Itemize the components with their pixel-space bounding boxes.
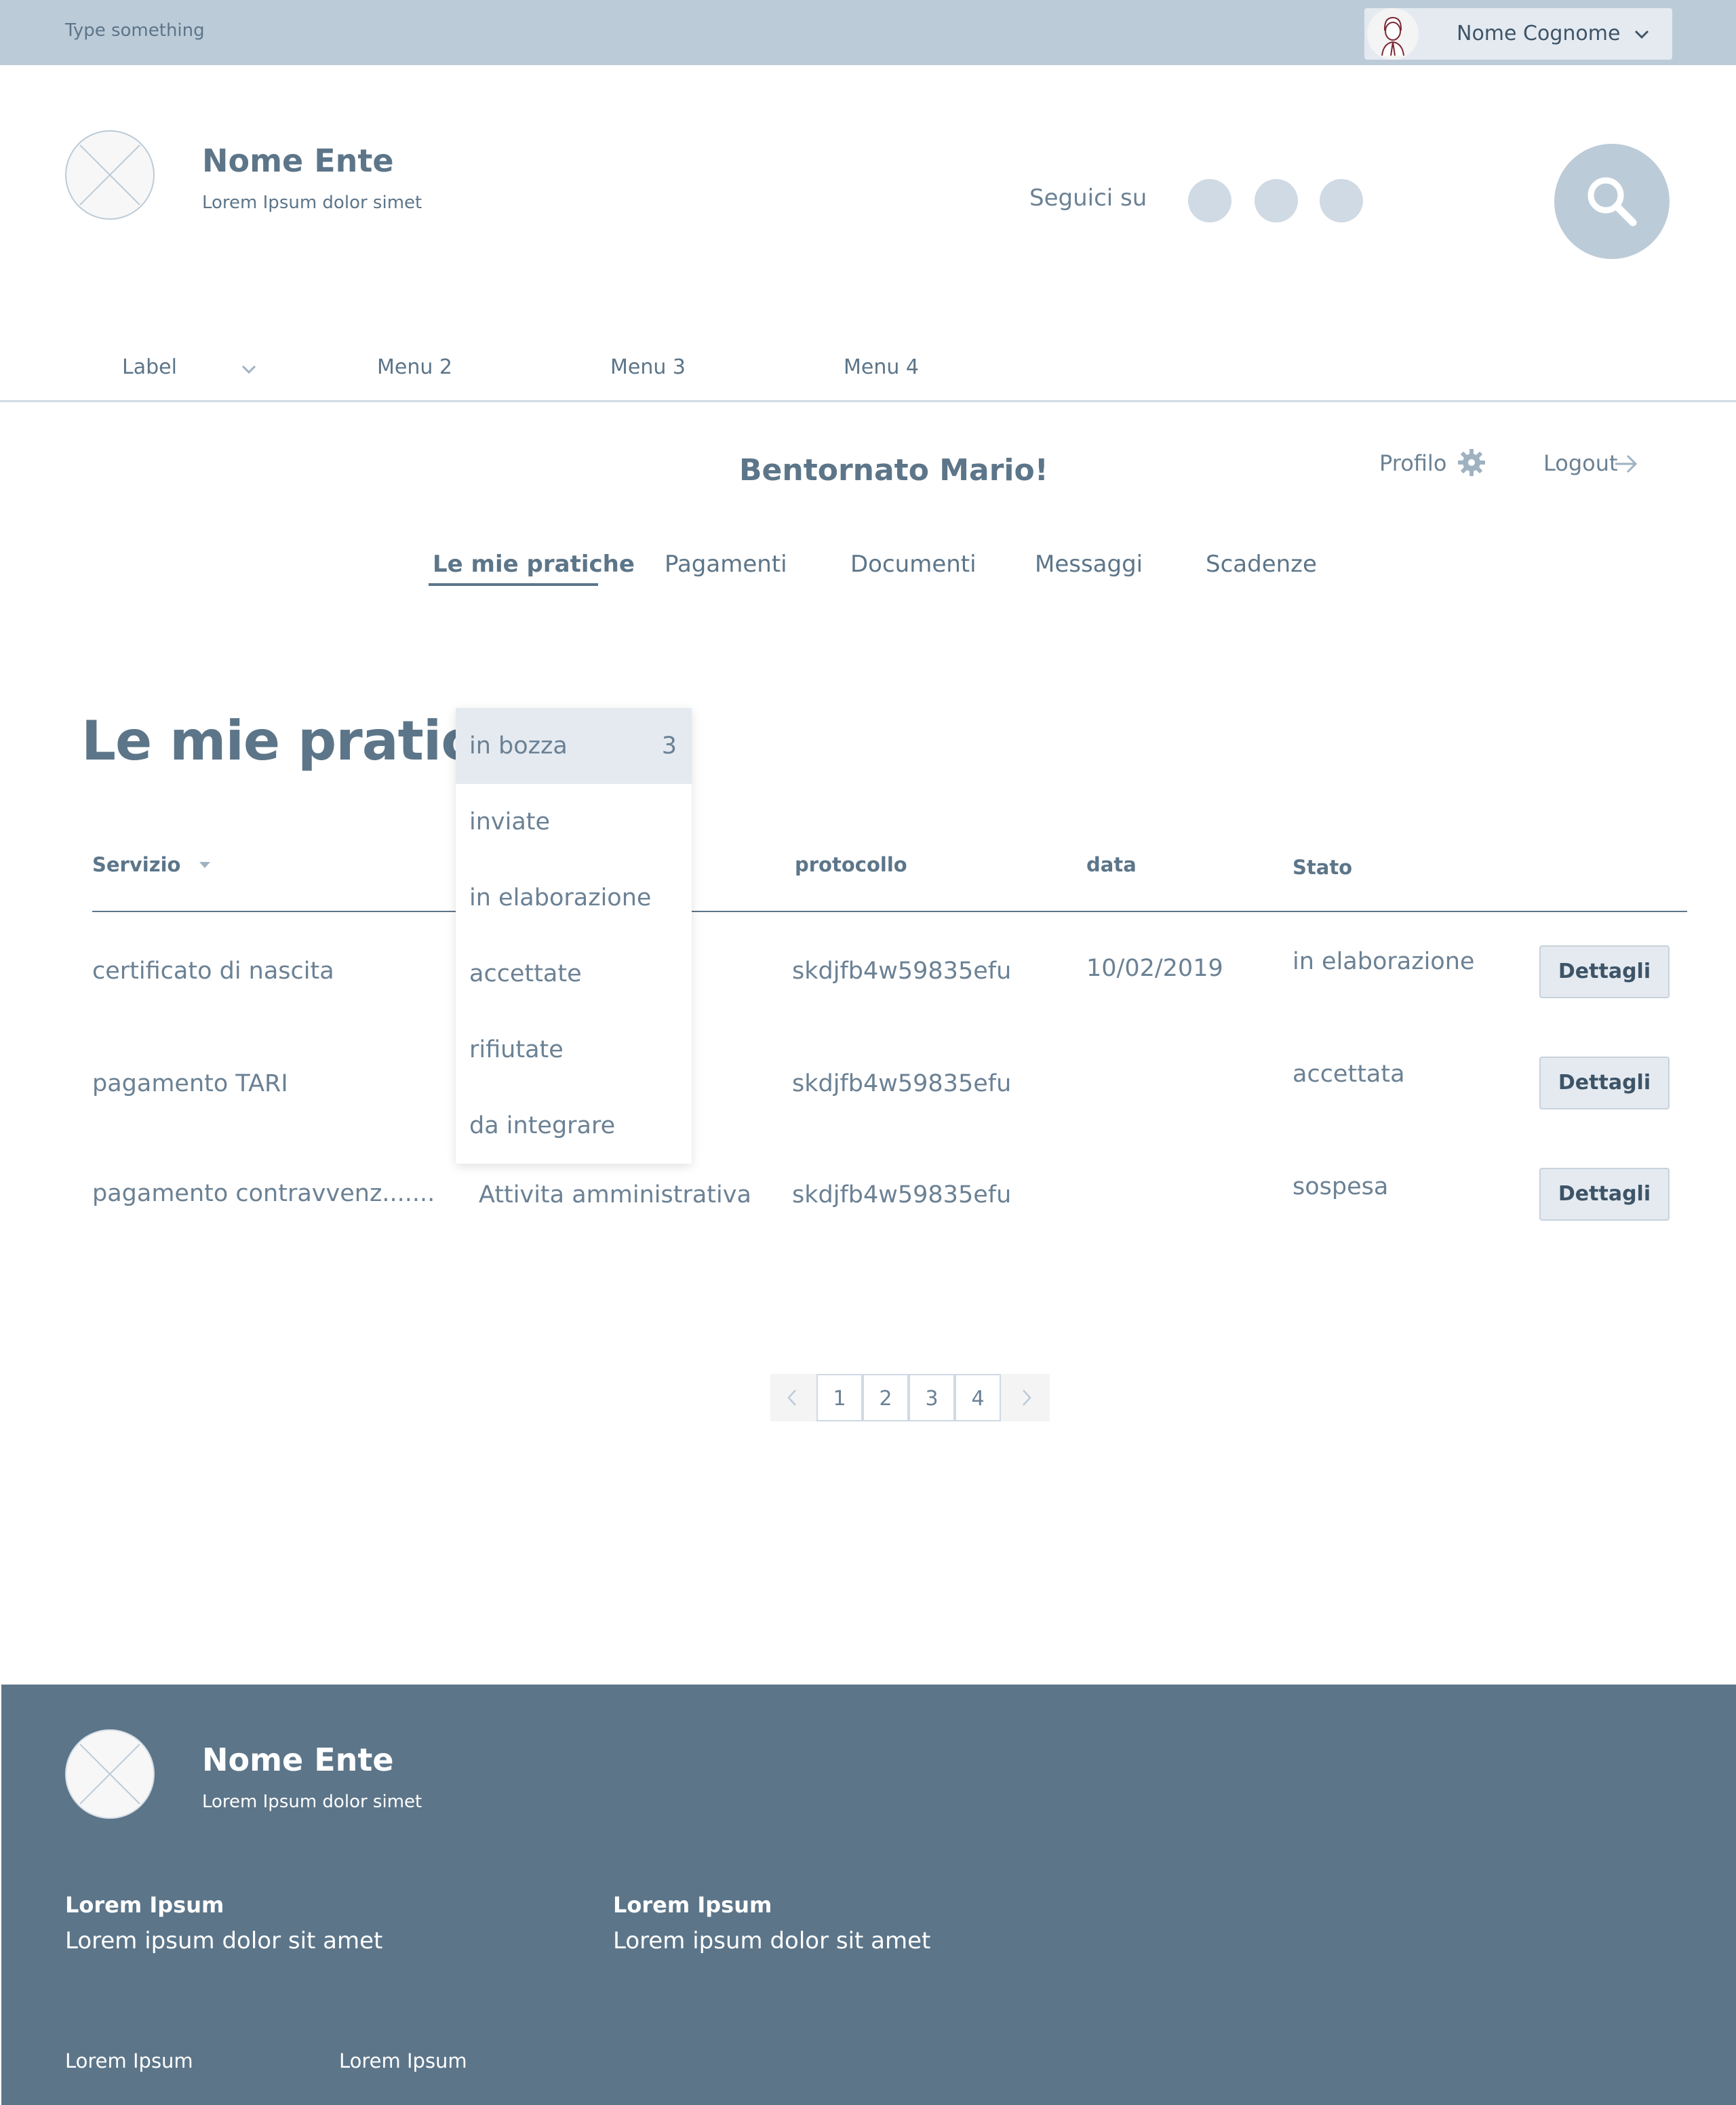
cell-stato: sospesa	[1293, 1173, 1389, 1200]
logout-link[interactable]: Logout	[1543, 450, 1618, 476]
menu-item-4[interactable]: Menu 4	[844, 355, 919, 379]
dropdown-option-label: accettate	[469, 960, 582, 987]
dropdown-option-accettate[interactable]: accettate	[456, 936, 692, 1012]
ente-subtitle: Lorem Ipsum dolor simet	[202, 193, 422, 213]
cell-stato: in elaborazione	[1293, 948, 1475, 975]
logo-placeholder-icon	[65, 130, 155, 220]
cell-data: 10/02/2019	[1086, 955, 1223, 982]
column-header-protocollo: protocollo	[795, 853, 907, 876]
ente-name: Nome Ente	[202, 142, 394, 179]
active-tab-indicator	[429, 583, 598, 586]
social-icon[interactable]	[1188, 179, 1231, 222]
cell-protocollo: skdjfb4w59835efu	[792, 958, 1012, 985]
profile-link[interactable]: Profilo	[1379, 450, 1446, 476]
tab-documenti[interactable]: Documenti	[850, 551, 976, 578]
dropdown-option-label: in elaborazione	[469, 884, 652, 911]
footer-link[interactable]: Lorem Ipsum	[65, 2049, 193, 2072]
footer-column-text: Lorem ipsum dolor sit amet	[613, 1927, 931, 1954]
status-filter-dropdown[interactable]: in bozza 3 inviate in elaborazione accet…	[456, 708, 692, 1164]
dropdown-option-inviate[interactable]: inviate	[456, 784, 692, 860]
page-2-button[interactable]: 2	[863, 1374, 909, 1421]
search-icon	[1587, 177, 1637, 227]
follow-label: Seguici su	[1029, 184, 1147, 212]
gear-icon[interactable]	[1457, 448, 1486, 477]
chevron-down-icon	[239, 359, 259, 380]
tab-messaggi[interactable]: Messaggi	[1035, 551, 1143, 578]
cell-stato: accettata	[1293, 1061, 1405, 1088]
dropdown-option-in-elaborazione[interactable]: in elaborazione	[456, 860, 692, 936]
welcome-title: Bentornato Mario!	[739, 453, 1048, 488]
page-1-button[interactable]: 1	[816, 1374, 863, 1421]
page-4-button[interactable]: 4	[955, 1374, 1001, 1421]
cell-protocollo: skdjfb4w59835efu	[792, 1181, 1012, 1208]
menu-item-2[interactable]: Menu 2	[377, 355, 452, 379]
dropdown-option-label: in bozza	[469, 732, 568, 760]
sort-caret-icon[interactable]	[198, 860, 212, 869]
footer-link[interactable]: Lorem Ipsum	[339, 2049, 467, 2072]
chevron-down-icon	[1632, 24, 1652, 45]
cell-servizio: pagamento TARI	[92, 1070, 288, 1097]
details-button[interactable]: Dettagli	[1539, 945, 1670, 998]
page-3-button[interactable]: 3	[909, 1374, 955, 1421]
top-search-input[interactable]: Type something	[65, 20, 205, 41]
cell-categoria: Attivita amministrativa	[479, 1181, 751, 1208]
column-header-data: data	[1086, 853, 1137, 876]
dropdown-option-count: 3	[661, 732, 677, 760]
column-header-stato: Stato	[1293, 856, 1353, 879]
menu-item-3[interactable]: Menu 3	[610, 355, 686, 379]
menu-divider	[0, 400, 1736, 402]
arrow-right-icon	[1613, 450, 1640, 477]
social-icon[interactable]	[1255, 179, 1298, 222]
column-header-servizio[interactable]: Servizio	[92, 853, 180, 876]
footer-column-title: Lorem Ipsum	[65, 1892, 224, 1918]
dropdown-option-rifiutate[interactable]: rifiutate	[456, 1012, 692, 1088]
user-name: Nome Cognome	[1457, 22, 1621, 45]
cell-protocollo: skdjfb4w59835efu	[792, 1070, 1012, 1097]
search-button[interactable]	[1554, 144, 1670, 259]
tab-pagamenti[interactable]: Pagamenti	[665, 551, 787, 578]
tab-le-mie-pratiche[interactable]: Le mie pratiche	[433, 551, 635, 578]
cell-servizio: certificato di nascita	[92, 958, 334, 985]
details-button[interactable]: Dettagli	[1539, 1168, 1670, 1221]
social-icon[interactable]	[1320, 179, 1363, 222]
dropdown-option-da-integrare[interactable]: da integrare	[456, 1088, 692, 1164]
cell-servizio: pagamento contravvenz.......	[92, 1180, 435, 1207]
footer-ente-subtitle: Lorem Ipsum dolor simet	[202, 1792, 422, 1812]
dropdown-option-label: inviate	[469, 808, 551, 835]
logo-placeholder-icon	[65, 1729, 155, 1819]
dropdown-option-in-bozza[interactable]: in bozza 3	[456, 708, 692, 784]
user-avatar-icon	[1367, 8, 1419, 60]
dropdown-option-label: rifiutate	[469, 1036, 564, 1063]
chevron-left-icon[interactable]	[783, 1388, 803, 1408]
footer-column-title: Lorem Ipsum	[613, 1892, 772, 1918]
chevron-right-icon[interactable]	[1016, 1388, 1036, 1408]
footer-ente-name: Nome Ente	[202, 1742, 394, 1778]
menu-item-label[interactable]: Label	[122, 355, 177, 379]
table-header-divider	[92, 911, 1687, 912]
tab-scadenze[interactable]: Scadenze	[1206, 551, 1317, 578]
footer-column-text: Lorem ipsum dolor sit amet	[65, 1927, 383, 1954]
dropdown-option-label: da integrare	[469, 1112, 616, 1139]
details-button[interactable]: Dettagli	[1539, 1057, 1670, 1109]
